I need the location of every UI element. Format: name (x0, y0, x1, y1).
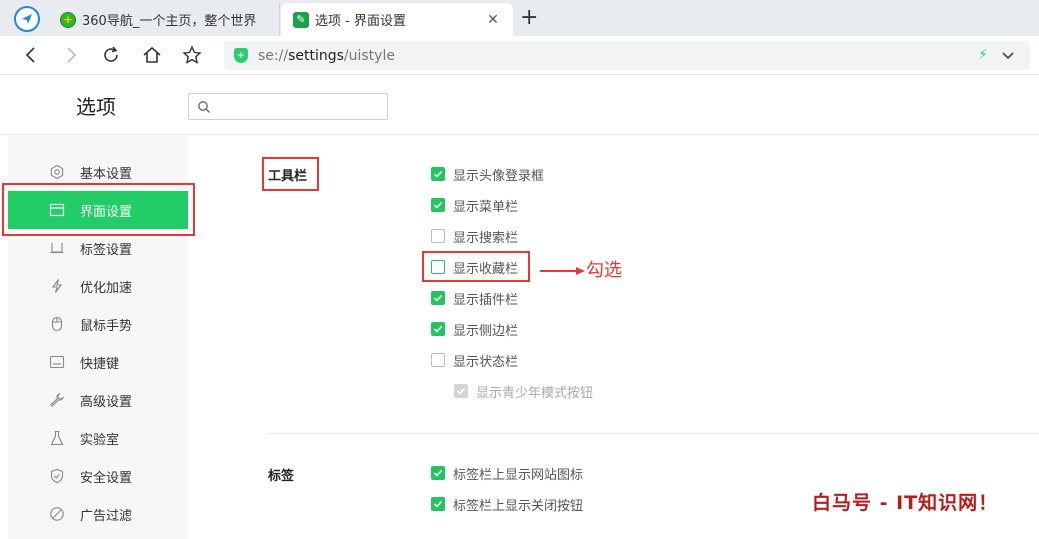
option-teen-mode: 显示青少年模式按钮 (454, 381, 593, 401)
bolt-icon[interactable]: ⚡ (978, 47, 988, 63)
settings-header: 选项 (0, 75, 1039, 135)
option-label: 显示菜单栏 (453, 199, 519, 215)
sidebar-item-lab[interactable]: 实验室 (8, 419, 188, 457)
close-icon[interactable]: ✕ (485, 12, 501, 28)
highlight-box-toolbar-title (262, 157, 319, 191)
security-shield-icon: + (234, 48, 248, 63)
section-title-tabs: 标签 (268, 469, 295, 484)
option-tab-favicon[interactable]: 标签栏上显示网站图标 (431, 463, 583, 483)
option-label: 标签栏上显示网站图标 (453, 467, 584, 483)
tab-360-nav[interactable]: + 360导航_一个主页，整个世界 (48, 3, 280, 36)
settings-content: 工具栏 显示头像登录框 显示菜单栏 显示搜索栏 显示收藏栏 显示插件栏 显示侧边… (188, 136, 1039, 539)
checkbox-checked-icon[interactable] (431, 497, 445, 511)
settings-search[interactable] (188, 93, 388, 120)
sidebar-item-label: 高级设置 (80, 394, 133, 410)
star-icon[interactable] (181, 44, 203, 66)
mouse-icon (48, 315, 66, 333)
tab-title: 选项 - 界面设置 (315, 14, 406, 29)
option-search-bar[interactable]: 显示搜索栏 (431, 226, 518, 246)
option-label: 标签栏上显示关闭按钮 (453, 498, 584, 514)
section-divider (266, 433, 1039, 434)
option-plugin-bar[interactable]: 显示插件栏 (431, 288, 518, 308)
sidebar-item-shortcuts[interactable]: 快捷键 (8, 343, 188, 381)
sidebar-item-label: 基本设置 (80, 166, 133, 182)
option-label: 显示插件栏 (453, 292, 519, 308)
checkbox-unchecked-icon[interactable] (431, 353, 445, 367)
navigate-icon (22, 14, 32, 24)
option-label: 显示头像登录框 (453, 168, 545, 184)
chevron-down-icon[interactable] (1000, 47, 1016, 63)
checkbox-checked-icon[interactable] (431, 466, 445, 480)
option-label: 显示状态栏 (453, 354, 519, 370)
option-menu-bar[interactable]: 显示菜单栏 (431, 195, 518, 215)
forward-icon[interactable] (60, 44, 82, 66)
checkbox-checked-icon[interactable] (431, 291, 445, 305)
checkbox-unchecked-icon[interactable] (431, 229, 445, 243)
tab-title: 360导航_一个主页，整个世界 (82, 14, 257, 29)
sidebar-item-label: 安全设置 (80, 470, 133, 486)
browser-home-button[interactable] (14, 6, 40, 32)
checkbox-checked-icon[interactable] (431, 322, 445, 336)
sidebar-item-mouse-gestures[interactable]: 鼠标手势 (8, 305, 188, 343)
wrench-icon: ✎ (293, 11, 309, 28)
address-bar[interactable]: + se://settings/uistyle ⚡ (224, 41, 1030, 70)
option-status-bar[interactable]: 显示状态栏 (431, 350, 518, 370)
browser-window: + 360导航_一个主页，整个世界 ✎ 选项 - 界面设置 ✕ + + se:/… (0, 0, 1039, 539)
gear-icon (48, 163, 66, 181)
flask-icon (48, 429, 66, 447)
reload-icon[interactable] (100, 44, 122, 66)
search-icon (198, 101, 210, 113)
arrow-icon (540, 267, 585, 275)
sidebar-item-advanced[interactable]: 高级设置 (8, 381, 188, 419)
checkbox-checked-icon[interactable] (431, 198, 445, 212)
option-label: 显示搜索栏 (453, 230, 519, 246)
sidebar-item-security[interactable]: 安全设置 (8, 457, 188, 495)
sidebar-item-label: 广告过滤 (80, 508, 133, 524)
url-host: settings (288, 47, 344, 64)
sidebar-item-label: 实验室 (80, 432, 120, 448)
checkbox-disabled-icon (454, 384, 468, 398)
tab-strip: + 360导航_一个主页，整个世界 ✎ 选项 - 界面设置 ✕ + (0, 0, 1039, 36)
highlight-box-sidebar (2, 183, 195, 236)
page-title: 选项 (76, 95, 116, 119)
option-label: 显示侧边栏 (453, 323, 519, 339)
shield-icon (48, 467, 66, 485)
option-tab-close-button[interactable]: 标签栏上显示关闭按钮 (431, 494, 583, 514)
keyboard-icon (48, 353, 66, 371)
url-path: /uistyle (343, 47, 395, 64)
option-label: 显示青少年模式按钮 (476, 385, 594, 401)
back-icon[interactable] (20, 44, 42, 66)
sidebar-item-label: 快捷键 (80, 356, 120, 372)
wrench-icon (48, 391, 66, 409)
new-tab-button[interactable]: + (520, 6, 538, 30)
sidebar-item-label: 标签设置 (80, 242, 133, 258)
block-icon (48, 505, 66, 523)
home-icon[interactable] (141, 44, 163, 66)
option-avatar-login[interactable]: 显示头像登录框 (431, 164, 544, 184)
tab-icon (48, 239, 66, 257)
tab-settings[interactable]: ✎ 选项 - 界面设置 ✕ (281, 3, 513, 36)
sidebar-item-speedup[interactable]: 优化加速 (8, 267, 188, 305)
url-scheme: se:// (258, 47, 289, 64)
sidebar-item-label: 鼠标手势 (80, 318, 133, 334)
360-logo-icon: + (60, 11, 76, 28)
option-sidebar[interactable]: 显示侧边栏 (431, 319, 518, 339)
checkbox-checked-icon[interactable] (431, 167, 445, 181)
search-input[interactable] (217, 97, 381, 116)
sidebar-item-label: 优化加速 (80, 280, 133, 296)
nav-toolbar: + se://settings/uistyle ⚡ (0, 36, 1039, 75)
bolt-icon (48, 277, 66, 295)
address-actions: ⚡ (978, 47, 1016, 63)
annotation-label: 勾选 (586, 260, 622, 281)
sidebar-item-adblock[interactable]: 广告过滤 (8, 495, 188, 533)
watermark: 白马号 - IT知识网！ (812, 492, 999, 514)
highlight-box-favorites-option (422, 251, 530, 282)
